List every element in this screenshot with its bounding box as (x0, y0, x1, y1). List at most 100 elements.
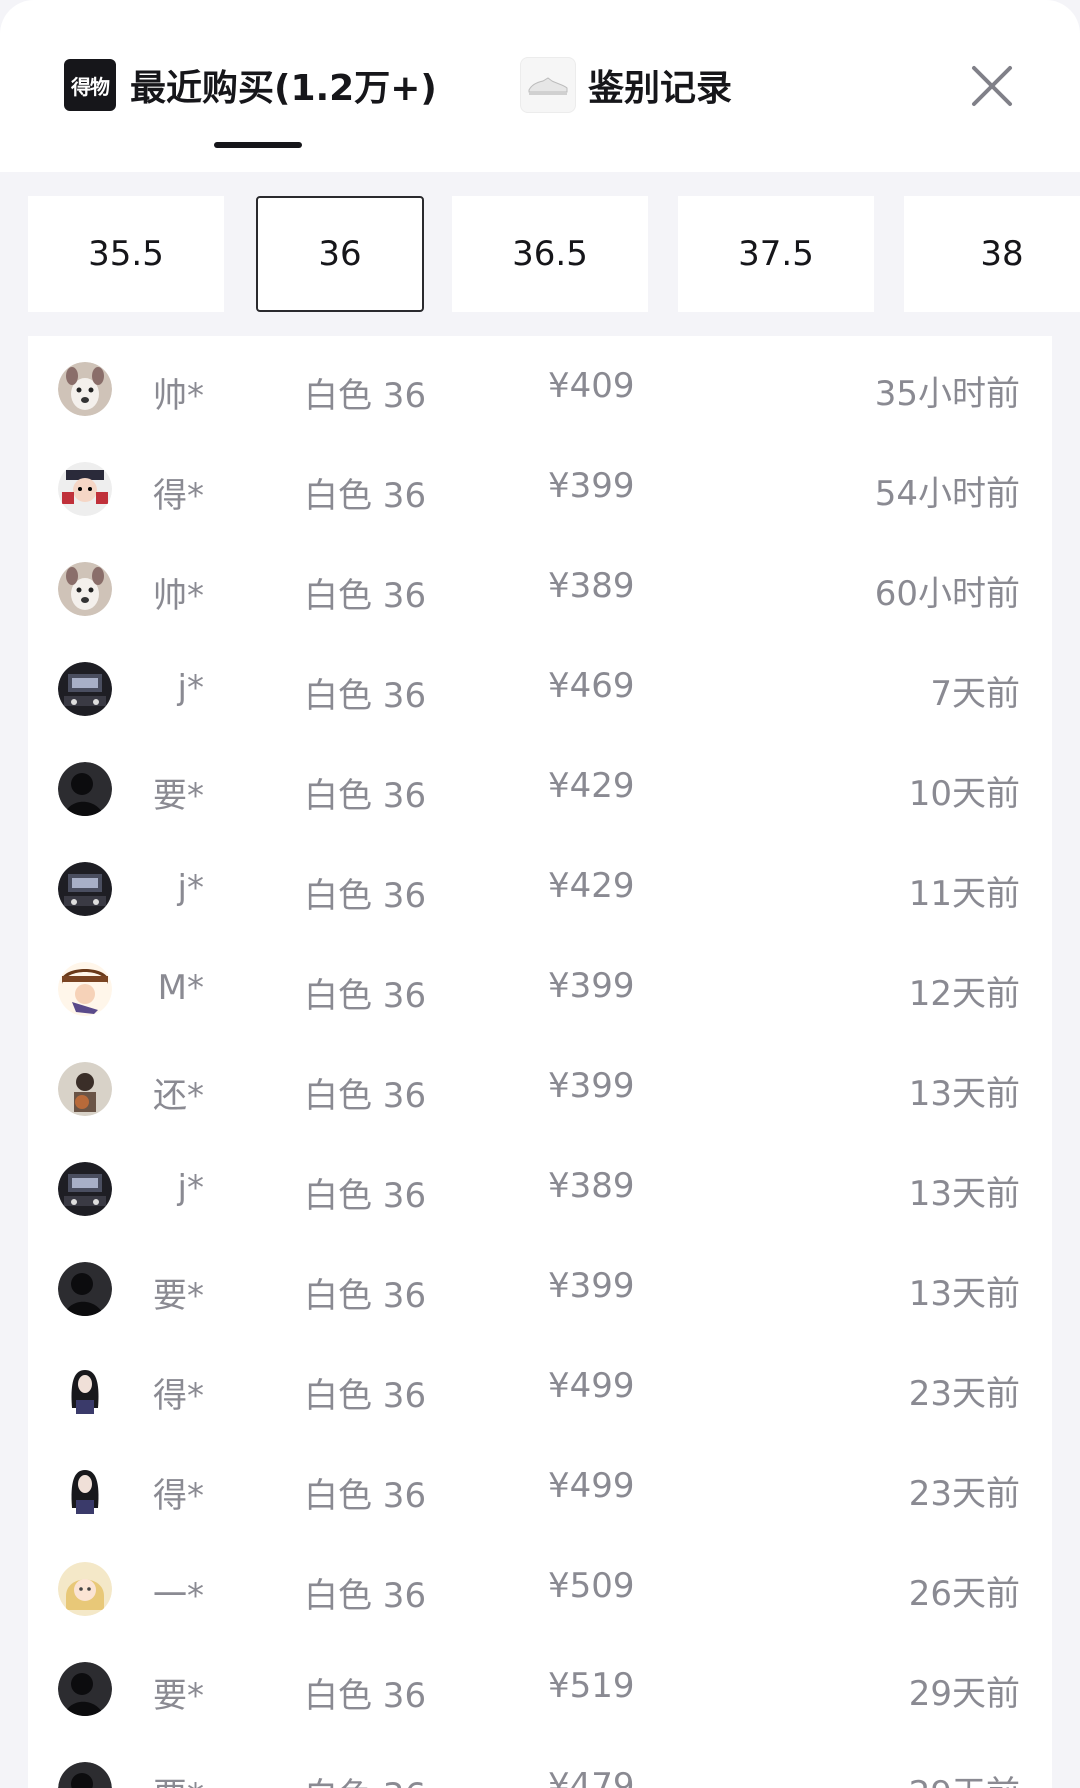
purchase-time: 60小时前 (874, 574, 1020, 614)
purchase-row: 一* 白色 36 ¥509 26天前 (28, 1540, 1052, 1640)
buyer-name: j* (177, 1168, 204, 1208)
price: ¥409 (548, 366, 635, 406)
variant-label: 白色 36 (304, 976, 427, 1016)
avatar (58, 1262, 112, 1316)
purchase-list: 帅* 白色 36 ¥409 35小时前 得* 白色 36 ¥399 54小时前 帅* 白色 36 ¥… (28, 336, 1052, 1788)
avatar (58, 462, 112, 516)
variant-label: 白色 36 (304, 1276, 427, 1316)
variant-label: 白色 36 (304, 1768, 426, 1788)
buyer-name: 要* (153, 776, 204, 816)
purchase-row: 帅* 白色 36 ¥389 60小时前 (28, 540, 1052, 640)
buyer-name: M* (157, 968, 204, 1008)
variant-label: 白色 36 (304, 576, 427, 616)
close-button[interactable] (966, 60, 1018, 112)
purchase-row: j* 白色 36 ¥469 7天前 (28, 640, 1052, 740)
purchase-row: 要* 白色 36 ¥479 29天前 (28, 1740, 1052, 1788)
size-chip[interactable]: 37.5 (678, 196, 874, 312)
purchase-time: 11天前 (908, 874, 1020, 914)
avatar (58, 862, 112, 916)
size-chip-selected[interactable]: 36 (256, 196, 424, 312)
avatar (58, 1362, 112, 1416)
avatar (58, 762, 112, 816)
price: ¥389 (548, 1166, 635, 1206)
avatar (58, 1562, 112, 1616)
purchase-time: 7天前 (930, 674, 1020, 714)
purchase-row: 得* 白色 36 ¥499 23天前 (28, 1340, 1052, 1440)
buyer-name: 得* (153, 1376, 204, 1416)
avatar (58, 662, 112, 716)
variant-label: 白色 36 (304, 376, 427, 416)
price: ¥519 (548, 1666, 635, 1706)
logo-text: 得物 (71, 74, 110, 99)
purchase-row: j* 白色 36 ¥389 13天前 (28, 1140, 1052, 1240)
purchase-time: 26天前 (908, 1574, 1020, 1614)
avatar (58, 1062, 112, 1116)
variant-label: 白色 36 (304, 776, 427, 816)
purchase-row: 还* 白色 36 ¥399 13天前 (28, 1040, 1052, 1140)
sneaker-icon (520, 57, 576, 113)
avatar (58, 562, 112, 616)
buyer-name: 得* (153, 1476, 204, 1516)
purchase-time: 29天前 (909, 1766, 1020, 1788)
size-chip[interactable]: 35.5 (28, 196, 224, 312)
size-selector: 35.5 36 36.5 37.5 38 (0, 196, 1080, 314)
price: ¥479 (548, 1766, 635, 1788)
buyer-name: 一* (153, 1576, 204, 1616)
buyer-name: 帅* (153, 376, 204, 416)
avatar (58, 962, 112, 1016)
price: ¥509 (548, 1566, 635, 1606)
purchase-row: M* 白色 36 ¥399 12天前 (28, 940, 1052, 1040)
price: ¥499 (548, 1466, 635, 1506)
price: ¥429 (548, 866, 635, 906)
buyer-name: 得* (153, 476, 204, 516)
purchase-row: 要* 白色 36 ¥429 10天前 (28, 740, 1052, 840)
purchase-time: 13天前 (908, 1174, 1020, 1214)
tab-auth-label: 鉴别记录 (588, 68, 733, 109)
purchase-time: 23天前 (908, 1374, 1020, 1414)
price: ¥429 (548, 766, 635, 806)
price: ¥399 (548, 966, 635, 1006)
size-chip[interactable]: 36.5 (452, 196, 648, 312)
variant-label: 白色 36 (304, 476, 427, 516)
tab-recent-label: 最近购买(1.2万+) (130, 68, 437, 109)
avatar (58, 1162, 112, 1216)
price: ¥499 (548, 1366, 635, 1406)
purchase-time: 35小时前 (874, 374, 1020, 414)
avatar (58, 1762, 112, 1788)
size-chip[interactable]: 38 (904, 196, 1080, 312)
buyer-name: j* (177, 868, 204, 908)
purchase-time: 10天前 (908, 774, 1020, 814)
purchase-row: 要* 白色 36 ¥399 13天前 (28, 1240, 1052, 1340)
price: ¥389 (548, 566, 635, 606)
variant-label: 白色 36 (304, 1176, 427, 1216)
avatar (58, 1462, 112, 1516)
variant-label: 白色 36 (304, 676, 427, 716)
dewu-logo-icon: 得物 (64, 59, 116, 111)
purchase-row: 帅* 白色 36 ¥409 35小时前 (28, 340, 1052, 440)
variant-label: 白色 36 (304, 1476, 427, 1516)
price: ¥399 (548, 466, 635, 506)
purchase-time: 12天前 (908, 974, 1020, 1014)
close-icon (972, 66, 1012, 106)
avatar (58, 1662, 112, 1716)
active-tab-indicator (214, 142, 302, 148)
tabs-row: 得物 最近购买(1.2万+) 鉴别记录 (0, 0, 1080, 172)
tab-recent-purchases[interactable]: 得物 最近购买(1.2万+) (64, 52, 437, 118)
purchase-time: 13天前 (908, 1074, 1020, 1114)
variant-label: 白色 36 (304, 1076, 427, 1116)
purchase-row: j* 白色 36 ¥429 11天前 (28, 840, 1052, 940)
purchase-row: 得* 白色 36 ¥499 23天前 (28, 1440, 1052, 1540)
purchase-row: 要* 白色 36 ¥519 29天前 (28, 1640, 1052, 1740)
buyer-name: 还* (153, 1076, 204, 1116)
variant-label: 白色 36 (304, 1676, 427, 1716)
variant-label: 白色 36 (304, 1376, 427, 1416)
buyer-name: 要* (153, 1676, 204, 1716)
tab-authentication-records[interactable]: 鉴别记录 (520, 52, 732, 118)
variant-label: 白色 36 (304, 1576, 427, 1616)
purchase-time: 13天前 (908, 1274, 1020, 1314)
price: ¥399 (548, 1066, 635, 1106)
price: ¥469 (548, 666, 635, 706)
purchase-time: 29天前 (908, 1674, 1020, 1714)
purchase-time: 23天前 (908, 1474, 1020, 1514)
buyer-name: 帅* (153, 576, 204, 616)
